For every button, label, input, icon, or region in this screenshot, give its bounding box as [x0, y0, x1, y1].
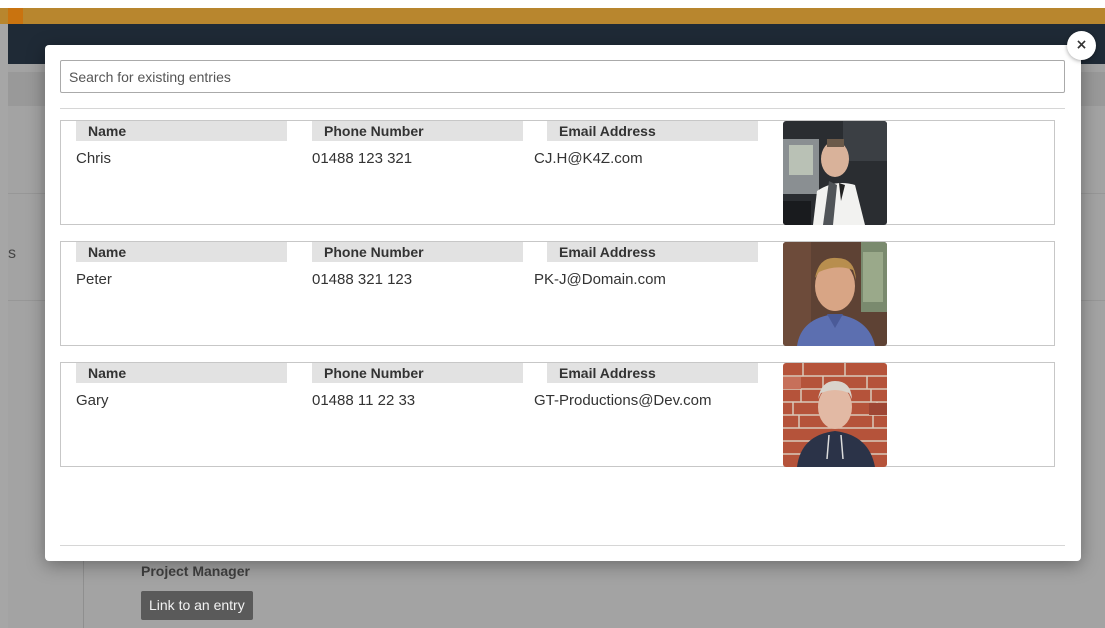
entry-phone: 01488 123 321	[312, 150, 413, 167]
name-header: Name	[76, 121, 287, 141]
person-portrait-photo	[783, 242, 887, 346]
phone-header: Phone Number	[312, 121, 523, 141]
entry-name: Gary	[76, 392, 109, 409]
email-header: Email Address	[547, 363, 758, 383]
entry-name: Peter	[76, 271, 112, 288]
entry-email: PK-J@Domain.com	[534, 271, 666, 288]
modal-divider	[60, 545, 1065, 546]
close-icon[interactable]: ×	[1067, 31, 1096, 60]
entry-card-chris[interactable]: Name Phone Number Email Address Chris 01…	[60, 120, 1055, 225]
email-header: Email Address	[547, 242, 758, 262]
person-brick-wall-photo	[783, 363, 887, 467]
email-header: Email Address	[547, 121, 758, 141]
entry-phone: 01488 321 123	[312, 271, 413, 288]
link-to-entry-button: Link to an entry	[141, 591, 253, 620]
modal-divider	[60, 108, 1065, 109]
project-manager-label: Project Manager	[141, 563, 250, 579]
phone-header: Phone Number	[312, 242, 523, 262]
phone-header: Phone Number	[312, 363, 523, 383]
entry-email: CJ.H@K4Z.com	[534, 150, 643, 167]
entry-card-gary[interactable]: Name Phone Number Email Address Gary 014…	[60, 362, 1055, 467]
app-logo-mark	[8, 8, 23, 24]
app-top-strip	[0, 0, 1105, 8]
entry-picker-modal: Name Phone Number Email Address Chris 01…	[45, 45, 1081, 561]
app-side-text: s	[8, 245, 16, 262]
name-header: Name	[76, 242, 287, 262]
entry-list: Name Phone Number Email Address Chris 01…	[60, 120, 1055, 483]
entry-phone: 01488 11 22 33	[312, 392, 416, 409]
entry-name: Chris	[76, 150, 112, 167]
entry-email: GT-Productions@Dev.com	[534, 392, 712, 409]
app-accent-bar	[0, 8, 1105, 24]
name-header: Name	[76, 363, 287, 383]
person-in-car-photo	[783, 121, 887, 225]
search-input[interactable]	[60, 60, 1065, 93]
entry-card-peter[interactable]: Name Phone Number Email Address Peter 01…	[60, 241, 1055, 346]
